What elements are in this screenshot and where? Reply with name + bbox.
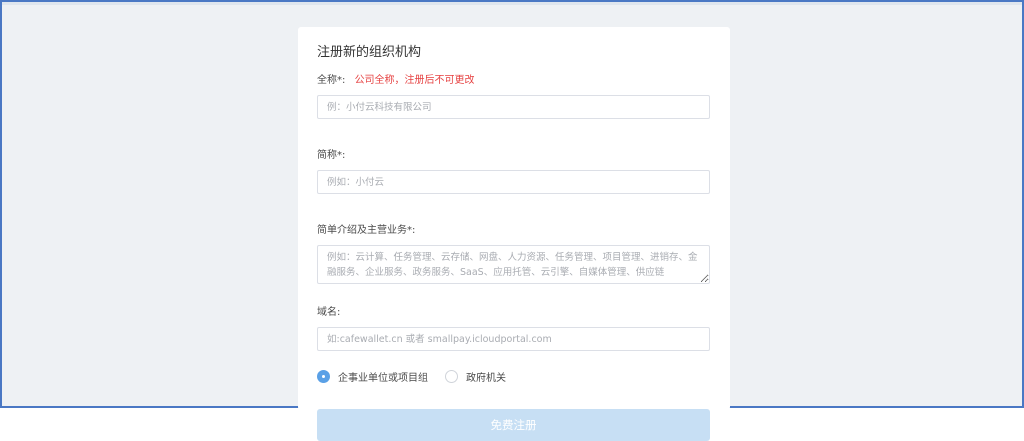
- radio-checked-icon[interactable]: [317, 369, 330, 383]
- domain-input[interactable]: [317, 327, 710, 351]
- full-name-hint: 公司全称，注册后不可更改: [354, 75, 475, 86]
- org-type-radio-group: 企事业单位或项目组 政府机关: [317, 369, 711, 384]
- radio-government[interactable]: 政府机关: [445, 369, 506, 384]
- domain-label: 域名:: [317, 307, 341, 318]
- description-textarea[interactable]: [317, 245, 710, 284]
- radio-unchecked-icon[interactable]: [445, 369, 458, 383]
- radio-enterprise-label: 企事业单位或项目组: [338, 372, 428, 384]
- page-background: 注册新的组织机构 全称*: 公司全称，注册后不可更改 简称*: 简单介绍及主营业…: [0, 0, 1024, 441]
- full-name-input[interactable]: [317, 95, 710, 119]
- short-name-input[interactable]: [317, 170, 710, 194]
- free-register-button[interactable]: 免费注册: [317, 409, 710, 441]
- radio-enterprise[interactable]: 企事业单位或项目组: [317, 369, 428, 384]
- registration-card: 注册新的组织机构 全称*: 公司全称，注册后不可更改 简称*: 简单介绍及主营业…: [298, 27, 730, 441]
- short-name-label: 简称*:: [317, 150, 346, 161]
- full-name-label: 全称*:: [317, 75, 346, 86]
- form-title: 注册新的组织机构: [317, 45, 422, 60]
- description-label: 简单介绍及主营业务*:: [317, 225, 416, 236]
- full-name-label-row: 全称*: 公司全称，注册后不可更改: [317, 74, 711, 88]
- radio-government-label: 政府机关: [466, 372, 506, 384]
